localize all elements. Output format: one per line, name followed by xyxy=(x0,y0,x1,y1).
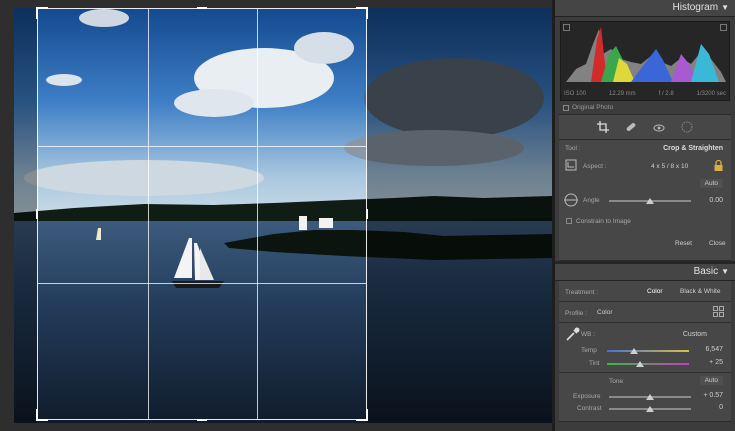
original-photo-toggle[interactable]: Original Photo xyxy=(563,104,727,111)
wb-select[interactable]: Custom xyxy=(683,331,707,338)
histogram-title: Histogram xyxy=(672,2,719,13)
collapse-icon[interactable]: ▼ xyxy=(721,3,729,12)
aspect-value[interactable]: 4 x 5 / 8 x 10 xyxy=(651,163,688,170)
crop-panel: Tool : Crop & Straighten Aspect : 4 x 5 … xyxy=(559,140,731,261)
crop-handle-bottom-left[interactable] xyxy=(36,409,48,421)
crop-grid-line xyxy=(38,283,366,284)
treatment-color-button[interactable]: Color xyxy=(647,288,663,295)
tool-strip xyxy=(559,114,731,140)
profile-select[interactable]: Color xyxy=(597,309,613,316)
crop-handle-right[interactable] xyxy=(356,209,368,219)
graduated-filter-icon[interactable] xyxy=(681,121,694,134)
lock-icon[interactable] xyxy=(713,159,724,174)
tint-slider-knob[interactable] xyxy=(635,361,644,367)
spot-removal-icon[interactable] xyxy=(625,121,638,134)
aspect-icon xyxy=(565,159,577,171)
crop-handle-left[interactable] xyxy=(36,209,48,219)
basic-header[interactable]: Basic ▼ xyxy=(555,264,735,281)
angle-label: Angle xyxy=(583,197,600,204)
shutter-speed: 1/3200 sec xyxy=(696,91,726,97)
crop-grid-line xyxy=(257,9,258,419)
tint-value[interactable]: + 25 xyxy=(709,359,723,366)
histogram-graph xyxy=(566,27,726,82)
right-panel: Histogram ▼ ISO 100 12.29 mm f / 2.8 1/32… xyxy=(552,0,735,431)
treatment-label: Treatment : xyxy=(565,289,598,296)
crop-handle-bottom-right[interactable] xyxy=(356,409,368,421)
aspect-label: Aspect : xyxy=(583,163,607,170)
constrain-label: Constrain to Image xyxy=(576,218,631,225)
temp-value[interactable]: 6,547 xyxy=(705,346,723,353)
red-eye-icon[interactable] xyxy=(653,121,666,134)
crop-shade-left xyxy=(14,8,37,423)
histogram: ISO 100 12.29 mm f / 2.8 1/3200 sec xyxy=(560,21,730,101)
basic-title: Basic xyxy=(693,266,719,277)
exposure-slider-knob[interactable] xyxy=(646,394,654,400)
profile-label: Profile : xyxy=(565,310,588,317)
crop-handle-top-left[interactable] xyxy=(36,7,48,19)
iso-value: ISO 100 xyxy=(564,91,587,97)
temp-slider[interactable] xyxy=(607,348,689,354)
basic-panel: Treatment : Color Black & White Profile … xyxy=(559,281,731,422)
photo-canvas[interactable] xyxy=(0,0,552,431)
tool-label: Tool : xyxy=(565,145,581,152)
crop-handle-top[interactable] xyxy=(197,7,207,19)
aperture: f / 2.8 xyxy=(658,91,674,97)
angle-slider-knob[interactable] xyxy=(646,198,654,204)
tint-label: Tint xyxy=(589,360,600,367)
tint-slider[interactable] xyxy=(607,361,689,367)
crop-grid-line xyxy=(38,146,366,147)
treatment-bw-button[interactable]: Black & White xyxy=(680,288,720,295)
contrast-slider-knob[interactable] xyxy=(646,406,654,412)
contrast-value[interactable]: 0 xyxy=(719,404,723,411)
wb-label: WB : xyxy=(581,331,596,338)
auto-straighten-button[interactable]: Auto xyxy=(699,179,723,188)
contrast-slider[interactable] xyxy=(609,406,691,412)
temp-label: Temp xyxy=(581,347,597,354)
crop-handle-top-right[interactable] xyxy=(356,7,368,19)
exposure-value[interactable]: + 0.57 xyxy=(703,392,723,399)
original-photo-label: Original Photo xyxy=(572,104,614,111)
grid-icon[interactable] xyxy=(713,306,724,319)
reset-button[interactable]: Reset xyxy=(675,240,692,247)
crop-shade-right xyxy=(367,8,552,423)
temp-slider-knob[interactable] xyxy=(630,348,639,354)
crop-grid-line xyxy=(148,9,149,419)
original-photo-checkbox[interactable] xyxy=(563,104,569,111)
exposure-slider[interactable] xyxy=(609,394,691,400)
close-button[interactable]: Close xyxy=(709,240,726,247)
focal-length: 12.29 mm xyxy=(608,91,636,97)
tool-name: Crop & Straighten xyxy=(663,145,723,152)
tone-auto-button[interactable]: Auto xyxy=(699,376,723,385)
angle-slider[interactable] xyxy=(609,198,691,204)
exposure-label: Exposure xyxy=(573,393,601,400)
histogram-header[interactable]: Histogram ▼ xyxy=(555,0,735,17)
angle-value[interactable]: 0.00 xyxy=(709,197,723,204)
eyedropper-icon[interactable] xyxy=(565,326,581,344)
crop-handle-bottom[interactable] xyxy=(197,409,207,421)
crop-frame[interactable] xyxy=(36,7,368,421)
straighten-tool-icon[interactable] xyxy=(563,193,579,209)
constrain-checkbox[interactable] xyxy=(566,218,572,224)
tone-label: Tone xyxy=(609,378,624,385)
collapse-icon[interactable]: ▼ xyxy=(721,267,729,276)
contrast-label: Contrast xyxy=(577,405,602,412)
crop-overlay-icon[interactable] xyxy=(597,121,610,134)
